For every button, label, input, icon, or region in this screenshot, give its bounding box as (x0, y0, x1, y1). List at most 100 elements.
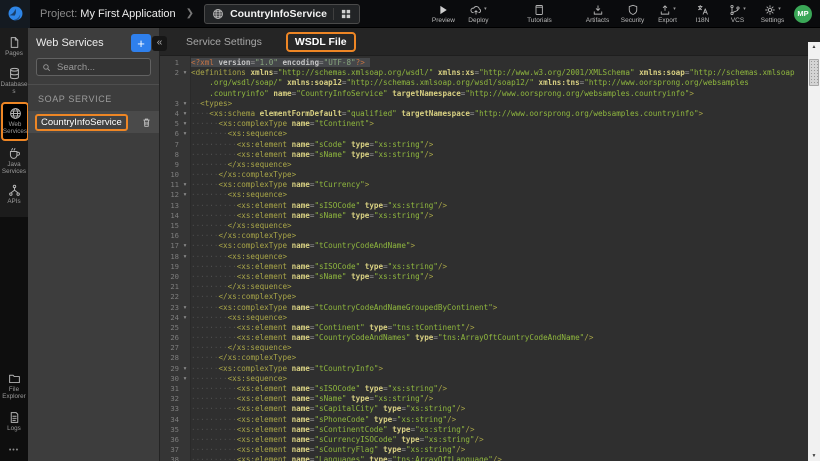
code-text: ······</xs:complexType> (191, 292, 820, 302)
code-line[interactable]: 13··········<xs:element name="sISOCode" … (160, 201, 820, 211)
code-line[interactable]: 19··········<xs:element name="sISOCode" … (160, 262, 820, 272)
code-line[interactable]: 23▾······<xs:complexType name="tCountryC… (160, 303, 820, 313)
code-line[interactable]: 30▾········<xs:sequence> (160, 374, 820, 384)
sidebar-item-web-services[interactable]: Web Services (1, 102, 29, 141)
topbar-action-artifacts[interactable]: Artifacts (580, 3, 615, 24)
code-line[interactable]: 21········</xs:sequence> (160, 282, 820, 292)
code-line[interactable]: 14··········<xs:element name="sName" typ… (160, 211, 820, 221)
code-line[interactable]: 25··········<xs:element name="Continent"… (160, 323, 820, 333)
code-text: ······</xs:complexType> (191, 231, 820, 241)
line-number (160, 89, 179, 99)
search-box[interactable] (36, 58, 151, 76)
code-line[interactable]: 17▾······<xs:complexType name="tCountryC… (160, 241, 820, 251)
code-line[interactable]: 22······</xs:complexType> (160, 292, 820, 302)
topbar-action-i18n[interactable]: I18N (685, 3, 720, 24)
code-text: ······<xs:complexType name="tCountryInfo… (191, 364, 820, 374)
code-line[interactable]: 34··········<xs:element name="sPhoneCode… (160, 415, 820, 425)
code-line[interactable]: 8··········<xs:element name="sName" type… (160, 150, 820, 160)
code-line[interactable]: 31··········<xs:element name="sISOCode" … (160, 384, 820, 394)
topbar-action-preview[interactable]: Preview (426, 3, 461, 24)
topbar-action-settings[interactable]: ▾Settings (755, 3, 790, 24)
app-logo[interactable] (0, 0, 30, 28)
service-list-item-countryinfoservice[interactable]: CountryInfoService (28, 111, 159, 133)
vertical-scrollbar[interactable]: ▲ ▼ (808, 42, 820, 461)
fold-toggle-icon[interactable]: ▾ (179, 313, 191, 323)
fold-toggle-icon[interactable]: ▾ (179, 190, 191, 200)
fold-toggle-icon[interactable]: ▾ (179, 180, 191, 190)
code-line[interactable]: 38··········<xs:element name="Languages"… (160, 455, 820, 461)
code-line[interactable]: 35··········<xs:element name="sContinent… (160, 425, 820, 435)
fold-toggle-icon[interactable]: ▾ (179, 374, 191, 384)
folder-icon (8, 372, 21, 385)
topbar-action-export[interactable]: ▾Export (650, 3, 685, 24)
code-line[interactable]: 28······</xs:complexType> (160, 353, 820, 363)
sidebar-item-pages[interactable]: Pages (0, 33, 28, 61)
code-line[interactable]: 3▾··<types> (160, 99, 820, 109)
code-line[interactable]: 32··········<xs:element name="sName" typ… (160, 394, 820, 404)
fold-gutter (179, 343, 191, 353)
code-line[interactable]: 36··········<xs:element name="sCurrencyI… (160, 435, 820, 445)
user-avatar[interactable]: MP (794, 5, 812, 23)
line-number: 24 (160, 313, 179, 323)
more-menu-button[interactable]: ••• (9, 440, 19, 461)
fold-toggle-icon[interactable]: ▾ (179, 252, 191, 262)
fold-toggle-icon[interactable]: ▾ (179, 303, 191, 313)
code-line[interactable]: 6▾········<xs:sequence> (160, 129, 820, 139)
fold-toggle-icon[interactable]: ▾ (179, 129, 191, 139)
scrollbar-thumb[interactable] (809, 59, 819, 86)
fold-toggle-icon[interactable]: ▾ (179, 99, 191, 109)
code-line[interactable]: 18▾········<xs:sequence> (160, 252, 820, 262)
trash-icon[interactable] (141, 117, 152, 128)
topbar-action-deploy[interactable]: ▾Deploy (461, 3, 496, 24)
search-input[interactable] (55, 61, 145, 74)
line-number: 14 (160, 211, 179, 221)
code-line[interactable]: 16······</xs:complexType> (160, 231, 820, 241)
code-line[interactable]: 2▾<definitions xmlns="http://schemas.xml… (160, 68, 820, 78)
code-line[interactable]: 24▾········<xs:sequence> (160, 313, 820, 323)
code-line[interactable]: .countryinfo" name="CountryInfoService" … (160, 89, 820, 99)
fold-toggle-icon[interactable]: ▾ (179, 68, 191, 78)
sidebar-item-apis[interactable]: APIs (0, 181, 28, 209)
code-line[interactable]: 5▾······<xs:complexType name="tContinent… (160, 119, 820, 129)
topbar-actions-left: Preview▾Deploy Tutorials (426, 3, 557, 24)
code-line[interactable]: 20··········<xs:element name="sName" typ… (160, 272, 820, 282)
code-line[interactable]: 37··········<xs:element name="sCountryFl… (160, 445, 820, 455)
code-line[interactable]: 11▾······<xs:complexType name="tCurrency… (160, 180, 820, 190)
tab-service-settings[interactable]: Service Settings (186, 36, 262, 48)
fold-toggle-icon[interactable]: ▾ (179, 109, 191, 119)
add-service-button[interactable]: + (131, 34, 151, 52)
upload-icon (659, 4, 671, 16)
collapse-panel-button[interactable]: « (152, 36, 167, 51)
code-line[interactable]: 27········</xs:sequence> (160, 343, 820, 353)
code-line[interactable]: 4▾····<xs:schema elementFormDefault="qua… (160, 109, 820, 119)
code-line[interactable]: .org/wsdl/soap/" xmlns:soap12="http://sc… (160, 78, 820, 88)
book-icon (533, 4, 545, 16)
scroll-down-arrow[interactable]: ▼ (808, 451, 820, 461)
code-line[interactable]: 15········</xs:sequence> (160, 221, 820, 231)
scroll-up-arrow[interactable]: ▲ (808, 42, 820, 52)
topbar-action-security[interactable]: Security (615, 3, 650, 24)
fold-toggle-icon[interactable]: ▾ (179, 364, 191, 374)
code-text: ····<xs:schema elementFormDefault="quali… (191, 109, 820, 119)
code-line[interactable]: 7··········<xs:element name="sCode" type… (160, 140, 820, 150)
code-line[interactable]: 33··········<xs:element name="sCapitalCi… (160, 404, 820, 414)
fold-toggle-icon[interactable]: ▾ (179, 119, 191, 129)
code-line[interactable]: 9········</xs:sequence> (160, 160, 820, 170)
sidebar-item-file-explorer[interactable]: File Explorer (0, 369, 28, 404)
code-line[interactable]: 29▾······<xs:complexType name="tCountryI… (160, 364, 820, 374)
topbar-action-tutorials[interactable]: Tutorials (522, 3, 557, 24)
open-service-tab[interactable]: CountryInfoService (204, 4, 360, 24)
sidebar-item-logs[interactable]: Logs (0, 408, 28, 436)
sidebar-item-databases[interactable]: Databases (0, 64, 28, 99)
tab-wsdl-file[interactable]: WSDL File (286, 32, 356, 52)
grid-icon[interactable] (340, 8, 352, 20)
code-text: ··········<xs:element name="Languages" t… (191, 455, 820, 461)
sidebar-item-java-services[interactable]: Java Services (0, 144, 28, 179)
fold-toggle-icon[interactable]: ▾ (179, 241, 191, 251)
code-line[interactable]: 12▾········<xs:sequence> (160, 190, 820, 200)
code-editor[interactable]: 1<?xml version="1.0" encoding="UTF-8"?>2… (160, 56, 820, 461)
code-line[interactable]: 10······</xs:complexType> (160, 170, 820, 180)
code-line[interactable]: 26··········<xs:element name="CountryCod… (160, 333, 820, 343)
topbar-action-vcs[interactable]: ▾VCS (720, 3, 755, 24)
code-line[interactable]: 1<?xml version="1.0" encoding="UTF-8"?> (160, 58, 820, 68)
